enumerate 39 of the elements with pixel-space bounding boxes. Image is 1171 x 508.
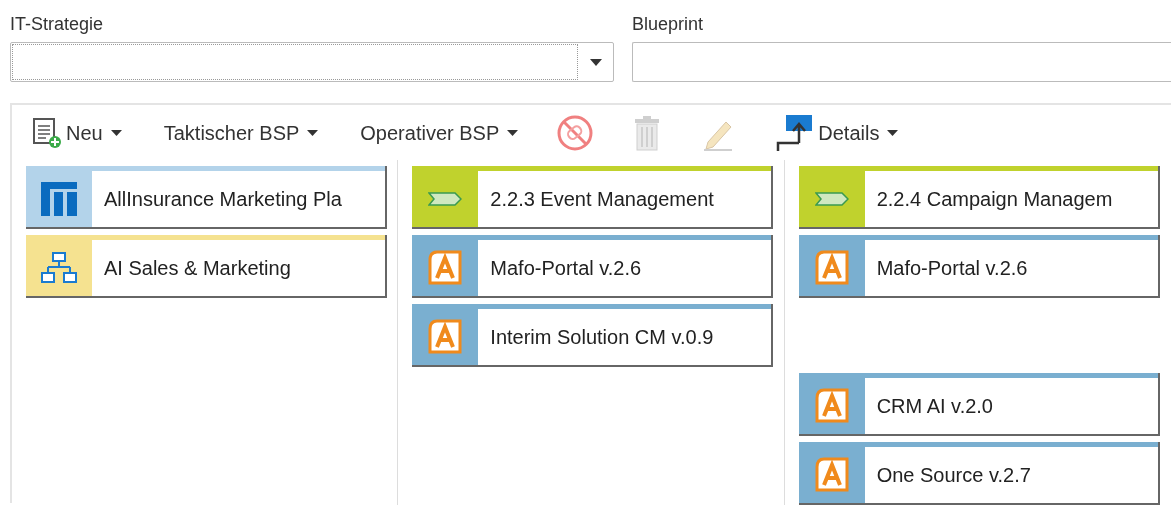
- application-card[interactable]: Interim Solution CM v.0.9: [412, 304, 774, 367]
- field-label: Blueprint: [632, 13, 705, 36]
- new-button[interactable]: Neu: [32, 110, 122, 155]
- domain-card[interactable]: AI Sales & Marketing: [26, 235, 387, 298]
- application-card[interactable]: CRM AI v.2.0: [798, 373, 1160, 436]
- application-card[interactable]: Mafo-Portal v.2.6: [798, 235, 1160, 298]
- application-card[interactable]: Mafo-Portal v.2.6: [412, 235, 774, 298]
- letter-a-icon: [813, 250, 850, 286]
- card-title: Mafo-Portal v.2.6: [490, 256, 642, 281]
- no-link-icon: [556, 113, 595, 152]
- card-title: Interim Solution CM v.0.9: [490, 325, 714, 350]
- text-field[interactable]: [632, 42, 1171, 82]
- letter-a-icon: [427, 250, 464, 286]
- document-add-icon: [32, 116, 62, 149]
- menu-button[interactable]: Operativer BSP: [356, 110, 519, 155]
- caret-icon: [590, 58, 602, 66]
- card-title: 2.2.3 Event Management: [490, 187, 714, 212]
- letter-a-icon: [427, 319, 464, 355]
- card-title: AI Sales & Marketing: [104, 256, 291, 281]
- dropdown-field[interactable]: [10, 42, 614, 82]
- process-card[interactable]: 2.2.4 Campaign Managem: [798, 166, 1160, 229]
- details-button[interactable]: Details: [774, 110, 899, 155]
- columns-icon: [41, 182, 77, 216]
- card-title: AllInsurance Marketing Pla: [104, 187, 342, 212]
- hierarchy-icon: [41, 252, 77, 284]
- upload-screen-icon: [774, 112, 815, 153]
- process-card[interactable]: 2.2.3 Event Management: [412, 166, 774, 229]
- card-title: One Source v.2.7: [876, 463, 1031, 488]
- letter-a-icon: [813, 457, 850, 493]
- card-title: Mafo-Portal v.2.6: [876, 256, 1028, 281]
- card-title: CRM AI v.2.0: [876, 394, 993, 419]
- letter-a-icon: [813, 388, 850, 424]
- plan-card[interactable]: AllInsurance Marketing Pla: [26, 166, 387, 229]
- menu-button[interactable]: Taktischer BSP: [159, 110, 319, 155]
- field-label: IT-Strategie: [10, 13, 105, 36]
- chevron-tag-icon: [814, 192, 849, 206]
- chevron-tag-icon: [428, 192, 463, 206]
- application-card[interactable]: One Source v.2.7: [798, 442, 1160, 505]
- card-title: 2.2.4 Campaign Managem: [876, 187, 1113, 212]
